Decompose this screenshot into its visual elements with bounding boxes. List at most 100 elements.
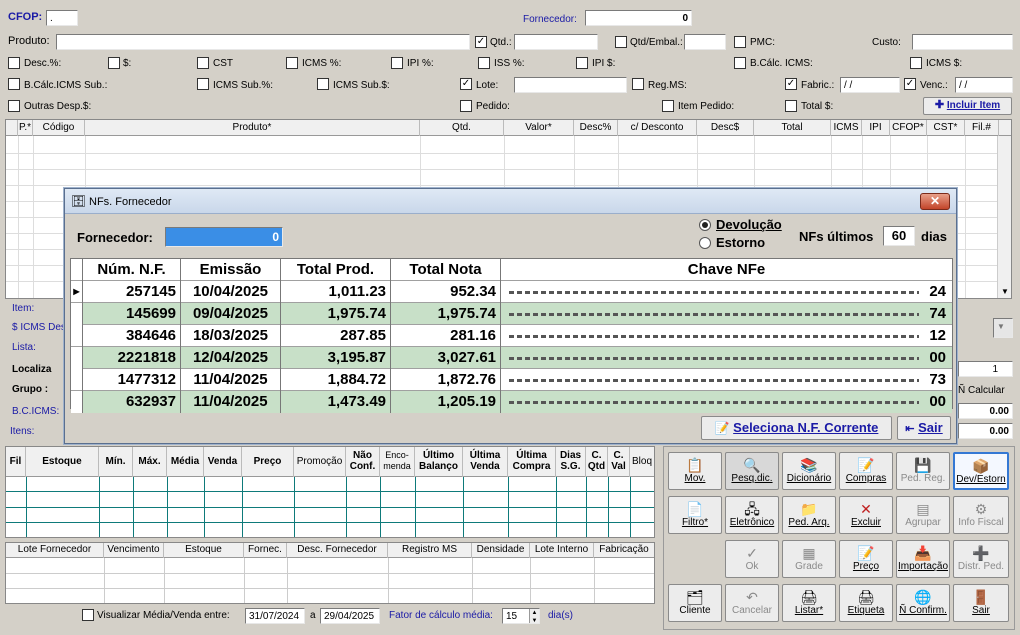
lote-grid[interactable]: Lote Fornecedor Vencimento Estoque Forne… xyxy=(5,542,655,604)
items-scrollbar[interactable]: ▼ xyxy=(997,136,1011,298)
distr-ped-button[interactable]: ➕ Distr. Ped. xyxy=(953,540,1009,578)
value2-field[interactable]: 0.00 xyxy=(958,423,1013,439)
cifrao-checkbox[interactable] xyxy=(108,57,120,69)
qtd-checkbox[interactable]: ✓ xyxy=(475,36,487,48)
nfs-row[interactable]: 145699 09/04/2025 1,975.74 1,975.74 74 xyxy=(71,303,952,325)
venc-field[interactable]: / / xyxy=(955,77,1013,93)
spin-updown-icon[interactable]: ▲ ▼ xyxy=(529,609,539,623)
item-label: Item: xyxy=(12,303,35,314)
fornecedor-field[interactable]: 0 xyxy=(585,10,692,26)
listar-button[interactable]: 🖨 Listar* xyxy=(782,584,836,622)
cst-checkbox[interactable] xyxy=(197,57,209,69)
col-ipi: IPI xyxy=(862,120,890,136)
iss-pct-checkbox[interactable] xyxy=(478,57,490,69)
etiqueta-button[interactable]: 🖨 Etiqueta xyxy=(839,584,893,622)
cancelar-button[interactable]: ↶ Cancelar xyxy=(725,584,779,622)
devolucao-radio[interactable] xyxy=(699,219,711,231)
ok-button[interactable]: ✓ Ok xyxy=(725,540,779,578)
compras-button[interactable]: 📝 Compras xyxy=(839,452,893,490)
chevron-down-icon[interactable]: ▼ xyxy=(997,322,1005,331)
preco-button[interactable]: 📝 Preço xyxy=(839,540,893,578)
modal-sair-button[interactable]: ⇤ Sair xyxy=(897,416,951,440)
sair-button[interactable]: 🚪 Sair xyxy=(953,584,1009,622)
itens-label: Itens: xyxy=(10,426,35,437)
reg-ms-checkbox[interactable] xyxy=(632,78,644,90)
stock-grid[interactable]: Fil Estoque Mín. Máx. Média Venda Preço … xyxy=(5,446,655,538)
produto-field[interactable] xyxy=(56,34,470,50)
estorno-label[interactable]: Estorno xyxy=(716,235,765,250)
ped-reg-button[interactable]: 💾 Ped. Reg. xyxy=(896,452,950,490)
total-cifrao-label: Total $: xyxy=(801,101,834,112)
col-max: Máx. xyxy=(133,447,167,477)
gear-icon: ⚙ xyxy=(974,501,988,517)
excluir-button[interactable]: ✕ Excluir xyxy=(839,496,893,534)
scroll-down-icon[interactable]: ▼ xyxy=(1001,287,1009,296)
total-cifrao-checkbox[interactable] xyxy=(785,100,797,112)
nfs-table[interactable]: Núm. N.F. Emissão Total Prod. Total Nota… xyxy=(70,258,953,413)
date-from-field[interactable]: 31/07/2024 xyxy=(245,608,305,624)
icms-cifrao-checkbox[interactable] xyxy=(910,57,922,69)
date-to-field[interactable]: 29/04/2025 xyxy=(320,608,380,624)
qtd-embal-field[interactable] xyxy=(684,34,726,50)
nf-total-prod: 1,473.49 xyxy=(281,391,391,413)
nfs-row[interactable]: 632937 11/04/2025 1,473.49 1,205.19 00 xyxy=(71,391,952,413)
fabric-checkbox[interactable]: ✓ xyxy=(785,78,797,90)
cliente-button[interactable]: 🗂 Cliente xyxy=(668,584,722,622)
icms-sub-pct-checkbox[interactable] xyxy=(197,78,209,90)
info-fiscal-button[interactable]: ⚙ Info Fiscal xyxy=(953,496,1009,534)
agrupar-button[interactable]: ▤ Agrupar xyxy=(896,496,950,534)
nfs-row[interactable]: ▶ 257145 10/04/2025 1,011.23 952.34 24 xyxy=(71,281,952,303)
estorno-radio[interactable] xyxy=(699,237,711,249)
col-codigo: Código xyxy=(33,120,85,136)
nfs-row[interactable]: 1477312 11/04/2025 1,884.72 1,872.76 73 xyxy=(71,369,952,391)
bcalc-icms-checkbox[interactable] xyxy=(734,57,746,69)
a-label: a xyxy=(310,610,316,621)
grade-button[interactable]: ▦ Grade xyxy=(782,540,836,578)
dev-estorn-button[interactable]: 📦 Dev/Estorn xyxy=(953,452,1009,490)
eletronico-button[interactable]: 🖧 Eletrônico xyxy=(725,496,779,534)
modal-fornecedor-field[interactable]: 0 xyxy=(165,227,283,247)
value1-field[interactable]: 0.00 xyxy=(958,403,1013,419)
dropdown-toggle[interactable]: ▼ xyxy=(993,318,1013,338)
lote-field[interactable] xyxy=(514,77,627,93)
ipi-pct-checkbox[interactable] xyxy=(391,57,403,69)
col-min: Mín. xyxy=(99,447,133,477)
bcalc-icms-sub-checkbox[interactable] xyxy=(8,78,20,90)
dicionario-button[interactable]: 📚 Dicionário xyxy=(782,452,836,490)
pedido-checkbox[interactable] xyxy=(460,100,472,112)
lote-checkbox[interactable]: ✓ xyxy=(460,78,472,90)
importacao-button[interactable]: 📥 Importação xyxy=(896,540,950,578)
pmc-checkbox[interactable] xyxy=(734,36,746,48)
icms-pct-checkbox[interactable] xyxy=(286,57,298,69)
icms-sub-cifrao-checkbox[interactable] xyxy=(317,78,329,90)
fabric-field[interactable]: / / xyxy=(840,77,900,93)
pesq-dic-button[interactable]: 🔍 Pesq.dic. xyxy=(725,452,779,490)
ped-arq-button[interactable]: 📁 Ped. Arq. xyxy=(782,496,836,534)
desc-pct-checkbox[interactable] xyxy=(8,57,20,69)
visualizar-checkbox[interactable] xyxy=(82,609,94,621)
close-icon[interactable]: ✕ xyxy=(920,193,950,210)
stock-grid-header: Fil Estoque Mín. Máx. Média Venda Preço … xyxy=(6,447,654,477)
delete-icon: ✕ xyxy=(860,501,872,517)
ipi-cifrao-checkbox[interactable] xyxy=(576,57,588,69)
ipi-cifrao-label: IPI $: xyxy=(592,58,616,69)
spin-field[interactable]: 1 xyxy=(958,361,1013,377)
seleciona-nf-button[interactable]: 📝 Seleciona N.F. Corrente xyxy=(701,416,892,440)
outras-desp-checkbox[interactable] xyxy=(8,100,20,112)
venc-checkbox[interactable]: ✓ xyxy=(904,78,916,90)
qtd-embal-checkbox[interactable] xyxy=(615,36,627,48)
visualizar-label: Visualizar Média/Venda entre: xyxy=(97,610,230,621)
custo-field[interactable] xyxy=(912,34,1013,50)
cfop-field[interactable]: . xyxy=(46,10,78,26)
mov-button[interactable]: 📋 Mov. xyxy=(668,452,722,490)
nfs-row[interactable]: 2221818 12/04/2025 3,195.87 3,027.61 00 xyxy=(71,347,952,369)
n-confirm-button[interactable]: 🌐 Ñ Confirm. xyxy=(896,584,950,622)
nfs-row[interactable]: 384646 18/03/2025 287.85 281.16 12 xyxy=(71,325,952,347)
incluir-item-button[interactable]: ✚ Incluir Item xyxy=(923,97,1012,115)
item-pedido-checkbox[interactable] xyxy=(662,100,674,112)
qtd-field[interactable] xyxy=(514,34,598,50)
nfs-ultimos-field[interactable]: 60 xyxy=(883,226,915,246)
fator-field[interactable]: 15 ▲ ▼ xyxy=(502,608,540,624)
filtro-button[interactable]: 📄 Filtro* xyxy=(668,496,722,534)
devolucao-label[interactable]: Devolução xyxy=(716,217,782,232)
